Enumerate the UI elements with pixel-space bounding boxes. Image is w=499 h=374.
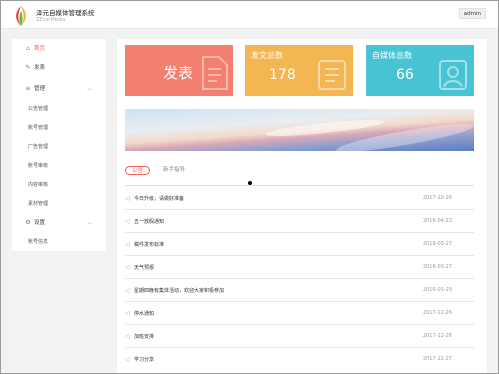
speaker-icon: ◁ xyxy=(125,333,130,340)
list-item[interactable]: ◁ 加班安排 2017-12-26 xyxy=(125,325,474,348)
media-count-value: 66 xyxy=(396,67,414,83)
sidebar-item-label: 设置 xyxy=(34,220,46,226)
sidebar-subitem-materials[interactable]: 素材管理 xyxy=(28,200,48,207)
speaker-icon: ◁ xyxy=(125,195,130,202)
speaker-icon: ◁ xyxy=(125,218,130,225)
banner-carousel[interactable] xyxy=(125,109,474,151)
speaker-icon: ◁ xyxy=(125,356,130,363)
app-title: 泽元自媒体管理系统 xyxy=(36,9,95,17)
list-item[interactable]: ◁ 五一放假通知 2016-04-23 xyxy=(125,210,474,233)
sidebar-subitem-account-review[interactable]: 账号审核 xyxy=(28,162,48,169)
edit-icon: ✎ xyxy=(25,64,31,71)
chevron-up-icon: ︿ xyxy=(86,220,92,226)
publish-card-label: 发表 xyxy=(163,64,194,82)
sidebar-item-label: 首页 xyxy=(34,46,46,52)
list-item[interactable]: ◁ 停水通知 2017-12-26 xyxy=(125,302,474,325)
sidebar-item-publish[interactable]: ✎ 发表 xyxy=(12,60,106,76)
announcement-title: 停水通知 xyxy=(134,311,155,317)
announcement-title: 加班安排 xyxy=(134,334,155,340)
announcement-title: 今日升级，请做好准备 xyxy=(134,196,185,202)
list-item[interactable]: ◁ 今日升级，请做好准备 2017-10-26 xyxy=(125,187,474,210)
top-header: 泽元自媒体管理系统 ZEcorMedia admin xyxy=(1,1,498,29)
app-subtitle: ZEcorMedia xyxy=(36,17,66,23)
sidebar-item-home[interactable]: ⌂ 首页 xyxy=(12,41,106,57)
speaker-icon: ◁ xyxy=(125,264,130,271)
gear-icon: ⚙ xyxy=(25,219,31,226)
announcement-date: 2017-12-26 xyxy=(422,310,452,316)
speaker-icon: ◁ xyxy=(125,310,130,317)
sidebar: ⌂ 首页 ✎ 发表 ≡ 管理 ︿ 公告管理 账号管理 广告管理 账号审核 内容审… xyxy=(12,39,106,251)
sidebar-item-settings[interactable]: ⚙ 设置 ︿ xyxy=(12,215,106,231)
announcement-date: 2017-10-26 xyxy=(422,195,452,201)
list-item[interactable]: ◁ 稿件发布标准 2018-03-27 xyxy=(125,233,474,256)
announcement-title: 星期四晚有集体活动，欢迎大家积极参加 xyxy=(134,288,225,294)
list-item[interactable]: ◁ 星期四晚有集体活动，欢迎大家积极参加 2016-01-29 xyxy=(125,279,474,302)
sidebar-subitem-announcements[interactable]: 公告管理 xyxy=(28,105,48,112)
tab-announcements[interactable]: 公告 xyxy=(125,166,151,175)
announcement-tabs: 公告 新手指导 xyxy=(125,166,474,178)
article-count-card: 发文总数 178 xyxy=(245,45,353,96)
tab-beginner-guide[interactable]: 新手指导 xyxy=(163,166,185,175)
announcement-title: 学习分享 xyxy=(134,357,155,363)
list-item[interactable]: ◁ 天气预报 2016-03-27 xyxy=(125,256,474,279)
document-icon xyxy=(202,56,228,90)
media-count-label: 自媒体总数 xyxy=(372,51,412,60)
cursor-dot xyxy=(248,181,252,185)
user-menu-button[interactable]: admin xyxy=(458,8,486,19)
user-icon xyxy=(439,60,467,90)
announcement-title: 稿件发布标准 xyxy=(134,242,165,248)
announcement-date: 2016-04-23 xyxy=(422,218,452,224)
carousel-indicators xyxy=(290,144,305,151)
announcement-title: 五一放假通知 xyxy=(134,219,165,225)
tab-divider xyxy=(125,185,474,186)
sidebar-subitem-content-review[interactable]: 内容审核 xyxy=(28,181,48,188)
media-count-card: 自媒体总数 66 xyxy=(366,45,474,96)
announcement-title: 天气预报 xyxy=(134,265,155,271)
list-item[interactable]: ◁ 学习分享 2017-12-27 xyxy=(125,348,474,371)
banner-cloud xyxy=(264,116,386,140)
announcement-date: 2017-12-26 xyxy=(422,333,452,339)
sidebar-item-manage[interactable]: ≡ 管理 ︿ xyxy=(12,81,106,97)
speaker-icon: ◁ xyxy=(125,287,130,294)
list-icon xyxy=(318,60,346,90)
publish-card[interactable]: 发表 xyxy=(125,45,233,96)
sidebar-subitem-accounts[interactable]: 账号管理 xyxy=(28,124,48,131)
sidebar-item-label: 发表 xyxy=(34,65,46,71)
home-icon: ⌂ xyxy=(26,45,30,52)
announcement-date: 2017-12-27 xyxy=(422,356,452,362)
sidebar-subitem-ads[interactable]: 广告管理 xyxy=(28,143,48,150)
menu-icon: ≡ xyxy=(25,85,31,92)
logo-icon xyxy=(16,6,26,26)
app-window: 泽元自媒体管理系统 ZEcorMedia admin ⌂ 首页 ✎ 发表 ≡ 管… xyxy=(0,0,499,374)
announcement-date: 2016-03-27 xyxy=(422,264,452,270)
speaker-icon: ◁ xyxy=(125,241,130,248)
chevron-up-icon: ︿ xyxy=(86,86,92,92)
announcement-date: 2018-03-27 xyxy=(422,241,452,247)
main-content: 发表 发文总数 178 自媒体总数 66 公告 新手指导 ◁ 今日升级，请做好准… xyxy=(117,39,487,373)
sidebar-item-label: 管理 xyxy=(34,86,46,92)
article-count-label: 发文总数 xyxy=(251,51,283,60)
article-count-value: 178 xyxy=(269,67,296,83)
sidebar-subitem-account-info[interactable]: 账号信息 xyxy=(28,238,48,245)
announcement-date: 2016-01-29 xyxy=(422,287,452,293)
